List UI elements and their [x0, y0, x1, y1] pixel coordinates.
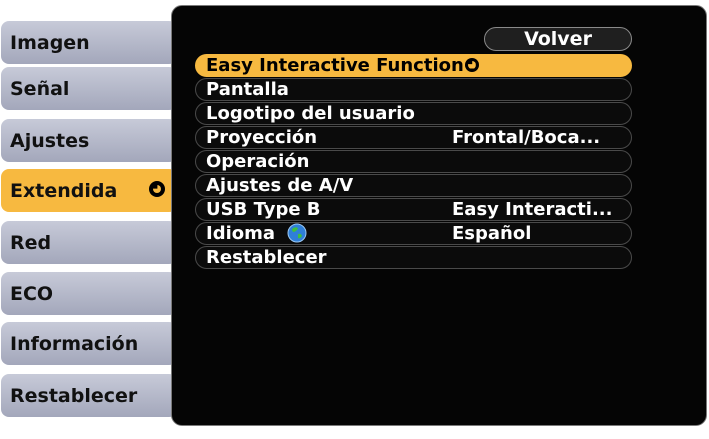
- sidebar-item-label: Información: [10, 332, 139, 355]
- sidebar-item-label: Señal: [10, 77, 70, 100]
- menu-row-restablecer[interactable]: Restablecer: [195, 246, 632, 269]
- sidebar-item-red[interactable]: Red: [1, 221, 177, 264]
- sidebar-item-informacion[interactable]: Información: [1, 322, 177, 365]
- sidebar-item-label: Extendida: [10, 179, 118, 202]
- sidebar-item-restablecer[interactable]: Restablecer: [1, 374, 177, 417]
- row-value: Frontal/Boca...: [452, 127, 601, 148]
- row-label: Operación: [206, 151, 310, 172]
- row-label: Pantalla: [206, 79, 289, 100]
- menu-row-idioma[interactable]: Idioma Español: [195, 222, 632, 245]
- sidebar-item-label: Restablecer: [10, 384, 138, 407]
- sidebar-item-eco[interactable]: ECO: [1, 272, 177, 315]
- row-label: Logotipo del usuario: [206, 103, 415, 124]
- row-label: Restablecer: [206, 247, 327, 268]
- row-label: Ajustes de A/V: [206, 175, 354, 196]
- sidebar-item-label: ECO: [10, 282, 54, 305]
- sidebar-item-imagen[interactable]: Imagen: [1, 21, 177, 64]
- row-value: Easy Interacti...: [452, 199, 613, 220]
- enter-icon: [149, 181, 165, 197]
- menu-row-pantalla[interactable]: Pantalla: [195, 78, 632, 101]
- sidebar-item-senal[interactable]: Señal: [1, 67, 177, 110]
- back-button[interactable]: Volver: [484, 27, 632, 51]
- menu-row-usb-type-b[interactable]: USB Type B Easy Interacti...: [195, 198, 632, 221]
- row-label: Idioma: [206, 223, 276, 244]
- menu-row-ajustes-av[interactable]: Ajustes de A/V: [195, 174, 632, 197]
- row-value: Español: [452, 223, 532, 244]
- row-label: Easy Interactive Function: [206, 55, 464, 76]
- sidebar-item-ajustes[interactable]: Ajustes: [1, 119, 177, 162]
- row-label: USB Type B: [206, 199, 321, 220]
- menu-row-easy-interactive-function[interactable]: Easy Interactive Function: [195, 54, 632, 77]
- row-label: Proyección: [206, 127, 318, 148]
- menu-row-proyeccion[interactable]: Proyección Frontal/Boca...: [195, 126, 632, 149]
- enter-icon: [464, 57, 479, 72]
- sidebar-item-label: Red: [10, 231, 52, 254]
- menu-row-operacion[interactable]: Operación: [195, 150, 632, 173]
- menu-row-logotipo[interactable]: Logotipo del usuario: [195, 102, 632, 125]
- sidebar-item-label: Imagen: [10, 31, 90, 54]
- back-button-label: Volver: [524, 28, 592, 50]
- globe-icon: [287, 223, 307, 242]
- sidebar-item-label: Ajustes: [10, 129, 90, 152]
- sidebar-item-extendida[interactable]: Extendida: [1, 169, 177, 212]
